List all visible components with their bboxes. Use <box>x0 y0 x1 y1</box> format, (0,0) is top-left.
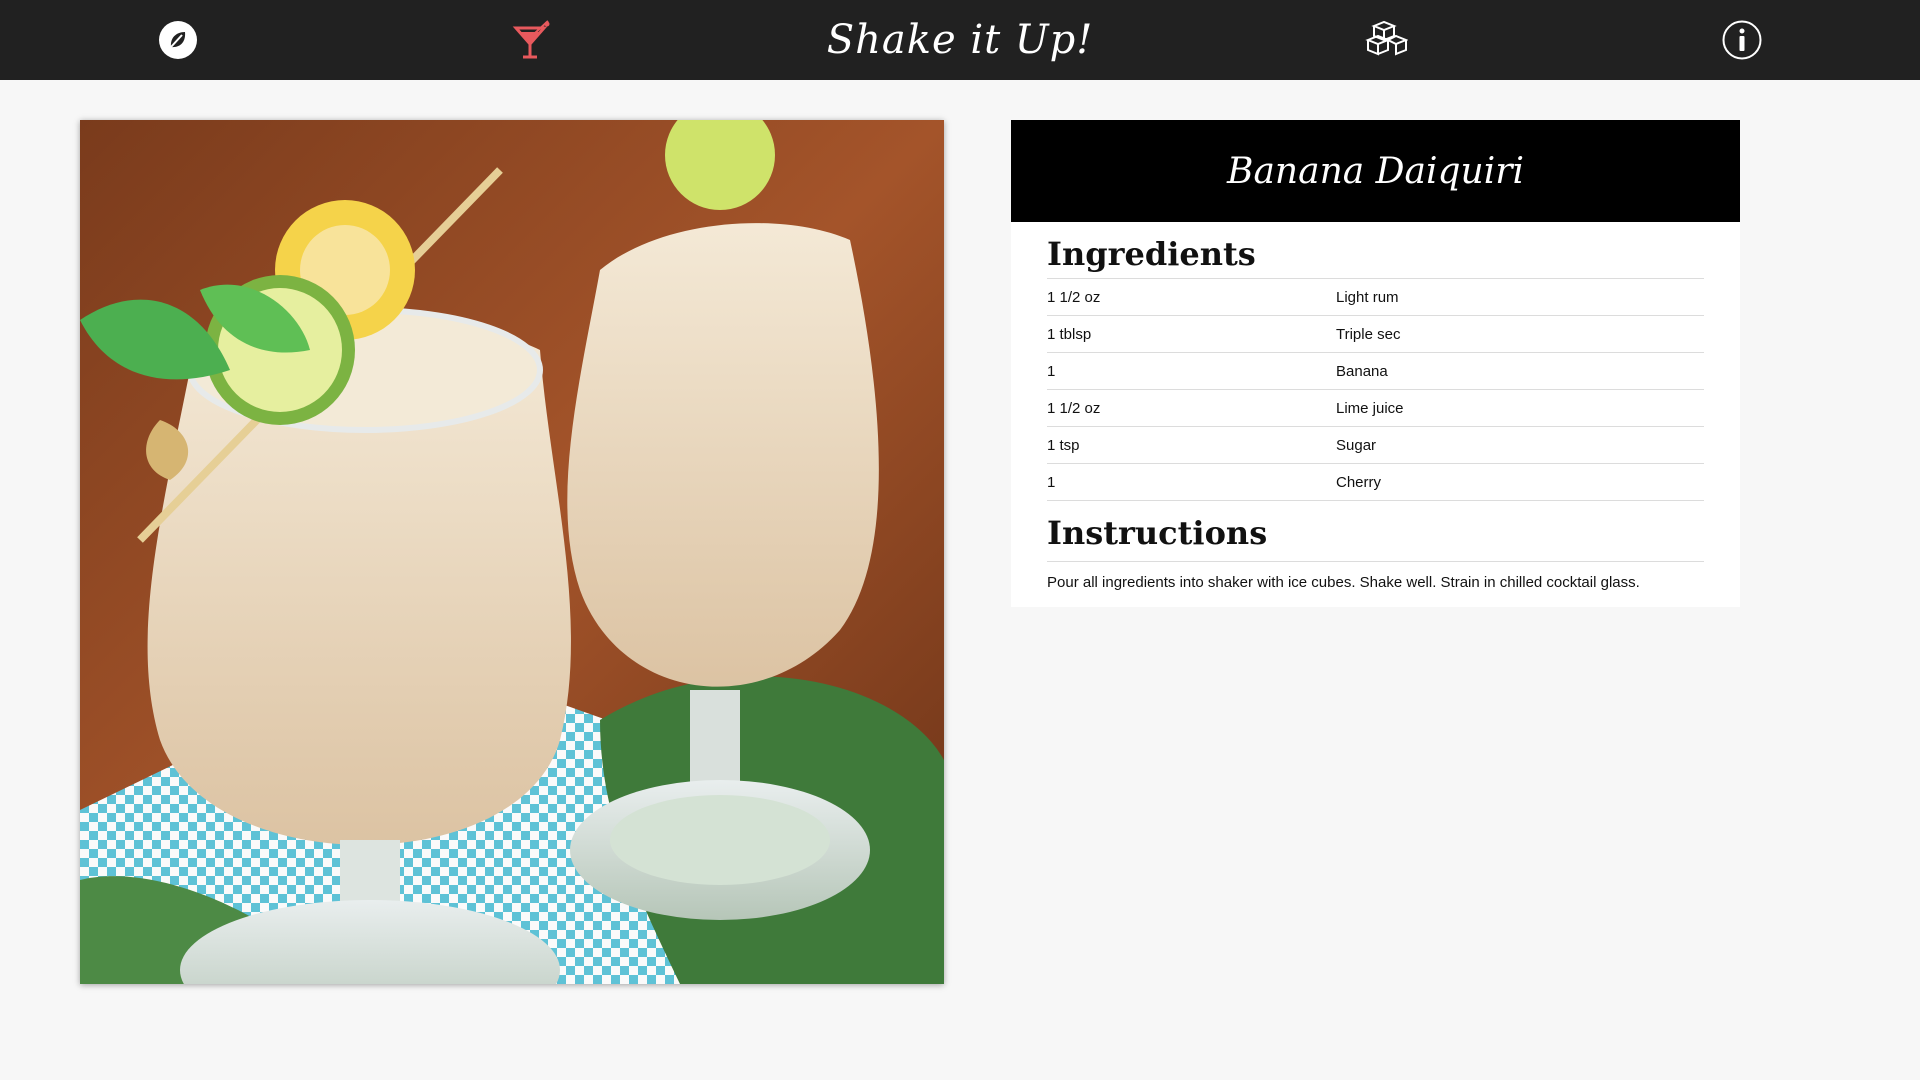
top-navbar: Shake it Up! <box>0 0 1920 80</box>
ingredient-row: 1 1/2 oz Light rum <box>1047 279 1704 316</box>
ingredient-name: Cherry <box>1336 473 1382 491</box>
ingredient-row: 1 1/2 oz Lime juice <box>1047 390 1704 427</box>
recipe-title: Banana Daiquiri <box>1011 120 1740 222</box>
ingredient-amount: 1 <box>1047 362 1056 380</box>
ingredient-row: 1 Banana <box>1047 353 1704 390</box>
app-brand-title[interactable]: Shake it Up! <box>760 10 1160 70</box>
ingredient-amount: 1 1/2 oz <box>1047 399 1101 417</box>
ice-cubes-icon[interactable] <box>1364 18 1408 62</box>
ingredient-name: Sugar <box>1336 436 1377 454</box>
cocktail-glass-icon[interactable] <box>510 18 554 62</box>
recipe-card: Banana Daiquiri Ingredients 1 1/2 oz Lig… <box>1011 120 1740 607</box>
ingredient-row: 1 tblsp Triple sec <box>1047 316 1704 353</box>
ingredient-amount: 1 tblsp <box>1047 325 1092 343</box>
info-icon[interactable] <box>1720 18 1764 62</box>
cocktail-photo <box>80 120 944 984</box>
ingredient-name: Light rum <box>1336 288 1399 306</box>
ingredients-heading: Ingredients <box>1047 222 1704 279</box>
instructions-text: Pour all ingredients into shaker with ic… <box>1047 574 1640 591</box>
ingredient-row: 1 Cherry <box>1047 464 1704 501</box>
ingredient-name: Triple sec <box>1336 325 1401 343</box>
ingredient-name: Lime juice <box>1336 399 1404 417</box>
ingredient-amount: 1 1/2 oz <box>1047 288 1101 306</box>
ingredient-amount: 1 <box>1047 473 1056 491</box>
compass-leaf-icon[interactable] <box>156 18 200 62</box>
ingredient-amount: 1 tsp <box>1047 436 1080 454</box>
instructions-heading: Instructions <box>1047 501 1704 562</box>
ingredient-row: 1 tsp Sugar <box>1047 427 1704 464</box>
ingredient-name: Banana <box>1336 362 1388 380</box>
